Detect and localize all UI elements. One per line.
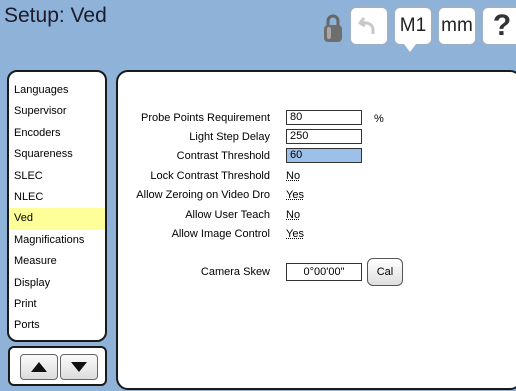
camera-skew-label: Camera Skew: [200, 266, 270, 278]
sidebar-item-supervisor[interactable]: Supervisor: [9, 101, 105, 122]
sidebar-item-ved[interactable]: Ved: [9, 208, 105, 230]
sidebar-item-nlec[interactable]: NLEC: [9, 187, 105, 208]
menu-scroll-controls: [8, 346, 107, 386]
contrast-threshold-label: Contrast Threshold: [176, 150, 270, 162]
sidebar-item-measure[interactable]: Measure: [9, 251, 105, 272]
allow-zeroing-toggle[interactable]: Yes: [286, 189, 304, 201]
sidebar-item-squareness[interactable]: Squareness: [9, 144, 105, 165]
m1-callout-pointer: [404, 44, 416, 52]
probe-points-field[interactable]: 80: [286, 110, 362, 125]
sidebar-item-languages[interactable]: Languages: [9, 80, 105, 101]
undo-icon: [358, 17, 375, 34]
allow-user-teach-label: Allow User Teach: [185, 209, 270, 221]
allow-user-teach-toggle[interactable]: No: [286, 209, 300, 221]
lock-contrast-toggle[interactable]: No: [286, 170, 300, 182]
probe-points-label: Probe Points Requirement: [140, 112, 270, 124]
sidebar-item-slec[interactable]: SLEC: [9, 166, 105, 187]
up-arrow-icon: [31, 362, 47, 372]
allow-image-control-label: Allow Image Control: [171, 228, 270, 240]
scroll-down-button[interactable]: [60, 354, 98, 380]
setup-menu: Languages Supervisor Encoders Squareness…: [7, 70, 107, 342]
page-title: Setup: Ved: [4, 4, 107, 27]
light-step-delay-field[interactable]: 250: [286, 129, 362, 144]
sidebar-item-magnifications[interactable]: Magnifications: [9, 230, 105, 251]
light-step-delay-label: Light Step Delay: [189, 131, 270, 143]
contrast-threshold-field[interactable]: 60: [286, 148, 362, 163]
scroll-up-button[interactable]: [20, 354, 58, 380]
sidebar-item-print[interactable]: Print: [9, 294, 105, 315]
sidebar-item-encoders[interactable]: Encoders: [9, 123, 105, 144]
probe-points-unit: %: [374, 113, 384, 125]
undo-button[interactable]: [349, 6, 389, 46]
m1-button[interactable]: M1: [393, 6, 433, 46]
cal-button[interactable]: Cal: [367, 258, 403, 286]
lock-icon: [324, 14, 342, 42]
down-arrow-icon: [71, 362, 87, 372]
help-button[interactable]: ?: [481, 6, 516, 46]
allow-zeroing-label: Allow Zeroing on Video Dro: [136, 189, 270, 201]
camera-skew-field[interactable]: 0°00'00": [286, 263, 362, 281]
sidebar-item-display[interactable]: Display: [9, 273, 105, 294]
allow-image-control-toggle[interactable]: Yes: [286, 228, 304, 240]
units-button[interactable]: mm: [437, 6, 477, 46]
lock-contrast-label: Lock Contrast Threshold: [150, 170, 270, 182]
sidebar-item-ports[interactable]: Ports: [9, 315, 105, 336]
